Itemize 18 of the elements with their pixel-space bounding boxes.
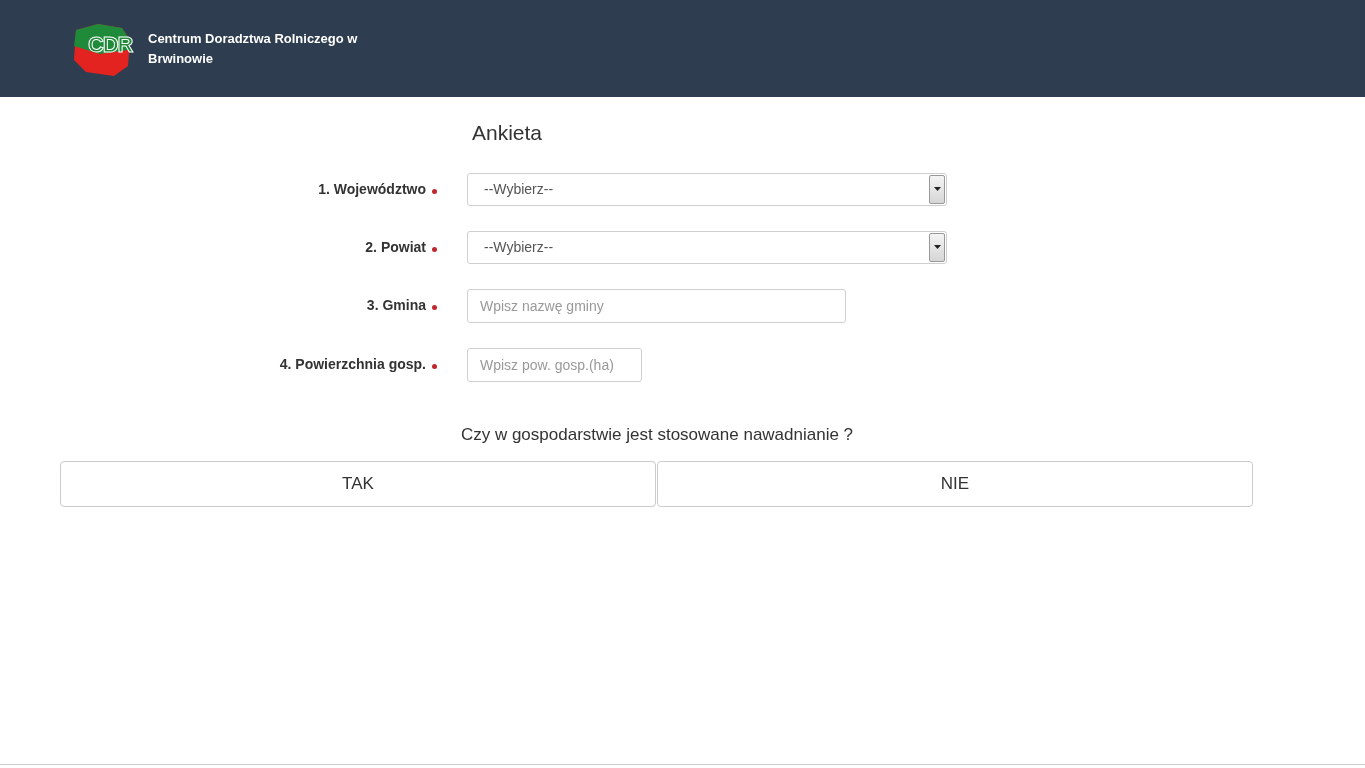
dropdown-caret-icon[interactable] <box>929 232 945 262</box>
field-label: 4. Powierzchnia gosp. <box>279 355 426 374</box>
field-label: 2. Powiat <box>365 237 426 257</box>
question-text: Czy w gospodarstwie jest stosowane nawadnianie ? <box>459 423 855 446</box>
dropdown-field[interactable]: --Wybierz-- <box>467 230 947 264</box>
dropdown-field[interactable]: --Wybierz-- <box>467 172 947 206</box>
organization-name: Centrum Doradztwa Rolniczego w Brwinowie <box>148 29 359 68</box>
dropdown-value: --Wybierz-- <box>483 237 555 257</box>
answer-button[interactable]: NIE <box>657 461 1253 507</box>
field-label: 1. Województwo <box>318 179 426 199</box>
logo-text: CDR <box>88 33 133 56</box>
form-title: Ankieta <box>472 120 544 146</box>
field-label: 3. Gmina <box>366 296 426 315</box>
answer-button[interactable]: TAK <box>60 461 656 507</box>
dropdown-caret-icon[interactable] <box>929 174 945 204</box>
text-field[interactable]: Wpisz nazwę gminy <box>467 288 846 323</box>
text-field[interactable]: Wpisz pow. gosp.(ha) <box>467 347 642 382</box>
dropdown-value: --Wybierz-- <box>483 179 555 199</box>
